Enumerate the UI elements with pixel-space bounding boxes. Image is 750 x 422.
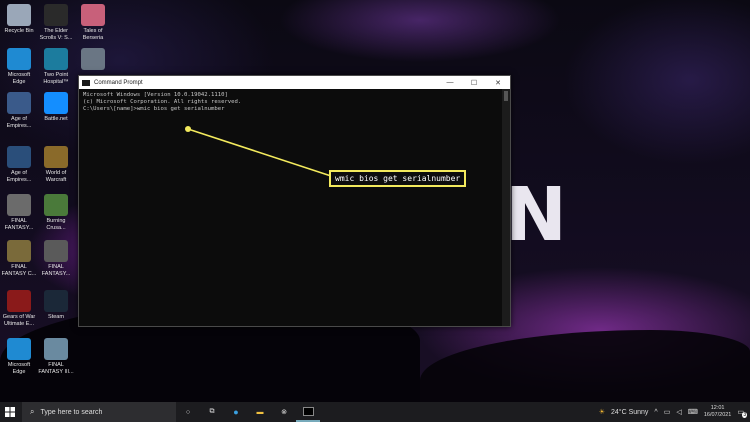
command-prompt-taskbar-icon[interactable] bbox=[296, 402, 320, 422]
desktop-icon-label: Microsoft Edge bbox=[7, 72, 31, 85]
cortana-icon[interactable]: ○ bbox=[176, 409, 200, 416]
window-titlebar[interactable]: Command Prompt — ☐ ✕ bbox=[79, 76, 510, 89]
taskbar: ⌕ Type here to search ○ ⧉ ● ▬ ⊗ ☀ 24°C S… bbox=[0, 402, 750, 422]
clock-date: 16/07/2021 bbox=[703, 412, 732, 418]
desktop-icon-label: Burning Crusa... bbox=[46, 218, 66, 231]
close-button[interactable]: ✕ bbox=[486, 79, 510, 87]
desktop-icon-label: FINAL FANTASY III... bbox=[38, 362, 74, 375]
search-box[interactable]: ⌕ Type here to search bbox=[22, 402, 176, 422]
desktop-icon-label: Tales of Berseria bbox=[82, 28, 104, 41]
battlenet-icon bbox=[44, 92, 68, 114]
search-placeholder: Type here to search bbox=[40, 408, 103, 416]
edge-taskbar-icon[interactable]: ● bbox=[224, 407, 248, 417]
desktop: N Recycle Bin The Elder Scrolls V: S... Ta… bbox=[0, 0, 750, 402]
desktop-icon[interactable]: World of Warcraft bbox=[37, 146, 75, 183]
desktop-icon[interactable] bbox=[74, 48, 112, 72]
two-point-hospital-icon bbox=[44, 48, 68, 70]
file-explorer-icon[interactable]: ▬ bbox=[248, 409, 272, 416]
scrollbar[interactable] bbox=[502, 89, 510, 326]
desktop-icon[interactable]: FINAL FANTASY... bbox=[37, 240, 75, 277]
weather-icon[interactable]: ☀ bbox=[599, 408, 605, 416]
weather-text[interactable]: 24°C Sunny bbox=[611, 409, 648, 416]
desktop-icon[interactable]: Recycle Bin bbox=[0, 4, 38, 35]
terminal-output[interactable]: Microsoft Windows [Version 10.0.19042.11… bbox=[83, 92, 500, 326]
desktop-icon-label: Gears of War Ultimate E... bbox=[2, 314, 36, 327]
cmd-icon bbox=[82, 79, 90, 86]
system-tray: ☀ 24°C Sunny ^ ▭ ◁ ⌨ 12:01 16/07/2021 ▭ 3 bbox=[599, 405, 750, 419]
desktop-icon-label: World of Warcraft bbox=[45, 170, 67, 183]
desktop-icon-label: Age of Empires... bbox=[6, 116, 32, 129]
windows-logo-icon bbox=[5, 407, 15, 417]
task-view-icon[interactable]: ⧉ bbox=[200, 408, 224, 416]
clock-time: 12:01 bbox=[710, 405, 725, 411]
desktop-icon-label: The Elder Scrolls V: S... bbox=[39, 28, 73, 41]
desktop-icon[interactable]: Tales of Berseria bbox=[74, 4, 112, 41]
wallpaper-rock bbox=[420, 330, 750, 402]
terminal-line: C:\Users\[name]>wmic bios get serialnumb… bbox=[83, 106, 225, 112]
desktop-icon[interactable]: Steam bbox=[37, 290, 75, 321]
desktop-icon[interactable]: Burning Crusa... bbox=[37, 194, 75, 231]
clock[interactable]: 12:01 16/07/2021 bbox=[704, 405, 732, 419]
desktop-icon-label: Recycle Bin bbox=[4, 28, 34, 34]
volume-icon[interactable]: ◁ bbox=[676, 408, 681, 416]
search-icon: ⌕ bbox=[30, 407, 35, 416]
final-fantasy-icon bbox=[44, 338, 68, 360]
wallpaper-letter: N bbox=[505, 172, 567, 258]
network-icon[interactable]: ▭ bbox=[664, 408, 671, 416]
desktop-icon[interactable]: The Elder Scrolls V: S... bbox=[37, 4, 75, 41]
desktop-icon-label: Two Point Hospital™ bbox=[43, 72, 69, 85]
desktop-icon[interactable]: Gears of War Ultimate E... bbox=[0, 290, 38, 327]
notification-icon[interactable]: ▭ 3 bbox=[737, 408, 748, 418]
game-icon bbox=[81, 48, 105, 70]
gears-of-war-icon bbox=[7, 290, 31, 312]
desktop-icon-label: Steam bbox=[48, 314, 64, 320]
elder-scrolls-icon bbox=[44, 4, 68, 26]
window-title: Command Prompt bbox=[94, 79, 143, 86]
desktop-icon[interactable]: FINAL FANTASY III... bbox=[37, 338, 75, 375]
desktop-icon-label: Age of Empires... bbox=[6, 170, 32, 183]
scrollbar-thumb[interactable] bbox=[504, 91, 508, 101]
edge-icon bbox=[7, 48, 31, 70]
desktop-icon[interactable]: Microsoft Edge bbox=[0, 48, 38, 85]
start-button[interactable] bbox=[0, 407, 20, 417]
terminal-line: (c) Microsoft Corporation. All rights re… bbox=[83, 99, 242, 105]
edge-icon bbox=[7, 338, 31, 360]
desktop-icon[interactable]: Battle.net bbox=[37, 92, 75, 123]
recycle-bin-icon bbox=[7, 4, 31, 26]
world-of-warcraft-icon bbox=[44, 146, 68, 168]
xbox-icon[interactable]: ⊗ bbox=[272, 408, 296, 416]
chevron-up-icon[interactable]: ^ bbox=[654, 409, 657, 416]
desktop-icon-label: FINAL FANTASY... bbox=[41, 264, 71, 277]
desktop-icon[interactable]: FINAL FANTASY C... bbox=[0, 240, 38, 277]
age-of-empires-icon bbox=[7, 92, 31, 114]
burning-crusade-icon bbox=[44, 194, 68, 216]
desktop-icon[interactable]: Age of Empires... bbox=[0, 92, 38, 129]
desktop-icon[interactable]: Microsoft Edge bbox=[0, 338, 38, 375]
tales-of-berseria-icon bbox=[81, 4, 105, 26]
minimize-button[interactable]: — bbox=[438, 79, 462, 86]
age-of-empires-icon bbox=[7, 146, 31, 168]
desktop-icon-label: FINAL FANTASY C... bbox=[1, 264, 37, 277]
terminal-line: Microsoft Windows [Version 10.0.19042.11… bbox=[83, 92, 228, 98]
steam-icon bbox=[44, 290, 68, 312]
final-fantasy-icon bbox=[7, 240, 31, 262]
final-fantasy-icon bbox=[7, 194, 31, 216]
maximize-button[interactable]: ☐ bbox=[462, 79, 486, 87]
desktop-icon[interactable]: Age of Empires... bbox=[0, 146, 38, 183]
command-callout: wmic bios get serialnumber bbox=[329, 170, 467, 187]
command-prompt-window[interactable]: Command Prompt — ☐ ✕ Microsoft Windows [… bbox=[78, 75, 511, 327]
language-icon[interactable]: ⌨ bbox=[688, 408, 698, 416]
final-fantasy-icon bbox=[44, 240, 68, 262]
desktop-icon[interactable]: Two Point Hospital™ bbox=[37, 48, 75, 85]
desktop-icon[interactable]: FINAL FANTASY... bbox=[0, 194, 38, 231]
desktop-icon-label: Battle.net bbox=[44, 116, 68, 122]
notification-count: 3 bbox=[742, 412, 748, 418]
desktop-icon-label: FINAL FANTASY... bbox=[4, 218, 34, 231]
desktop-icon-label: Microsoft Edge bbox=[7, 362, 31, 375]
